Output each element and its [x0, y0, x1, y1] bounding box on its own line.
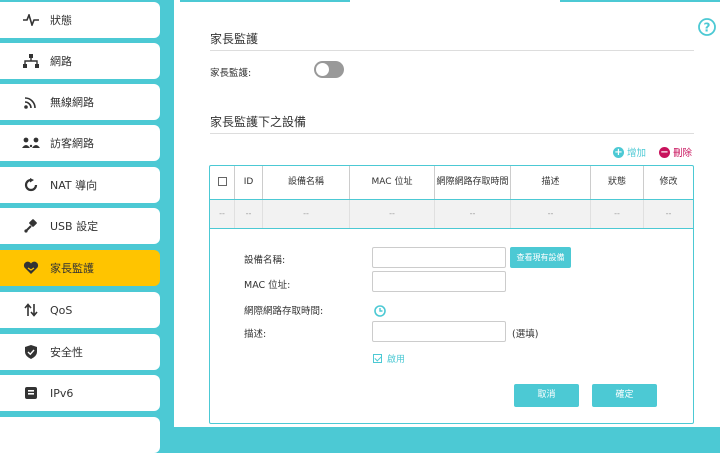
enable-checkbox[interactable]: 啟用	[373, 352, 405, 365]
sidebar-item-more[interactable]	[0, 417, 160, 453]
add-icon: +	[613, 146, 624, 158]
sidebar-item-label: 訪客網路	[50, 137, 94, 150]
column-header: 設備名稱	[263, 166, 350, 199]
divider	[210, 50, 694, 51]
top-accent-line	[560, 0, 720, 2]
description-input[interactable]	[372, 321, 506, 342]
usb-icon	[22, 217, 40, 235]
table-cell: --	[435, 200, 511, 228]
toggle-knob	[316, 63, 329, 76]
sidebar-item-wireless[interactable]: 無線網路	[0, 84, 160, 120]
minus-icon: −	[659, 146, 670, 158]
parental-toggle-label: 家長監護:	[210, 68, 252, 79]
sidebar-item-security[interactable]: 安全性	[0, 334, 160, 370]
section-title-devices: 家長監護下之設備	[210, 115, 307, 129]
sidebar-item-ipv6[interactable]: IPv6	[0, 375, 160, 411]
guest-network-icon	[22, 134, 40, 152]
table-cell: --	[210, 200, 235, 228]
access-time-label: 網際網路存取時間:	[244, 306, 324, 317]
delete-button[interactable]: − 刪除	[659, 145, 692, 159]
table-cell: --	[591, 200, 644, 228]
sidebar-item-label: 安全性	[50, 346, 83, 359]
sidebar-item-label: 家長監護	[50, 262, 94, 275]
sidebar-item-label: USB 設定	[50, 220, 99, 233]
sidebar-item-label: QoS	[50, 303, 73, 317]
wireless-icon	[22, 93, 40, 111]
mac-label: MAC 位址:	[244, 280, 291, 291]
top-accent-line	[180, 0, 350, 2]
column-header: ID	[235, 166, 263, 199]
column-header: 網際網路存取時間	[435, 166, 511, 199]
table-cell: --	[511, 200, 591, 228]
table-cell: --	[235, 200, 263, 228]
enable-label: 啟用	[387, 355, 406, 365]
header-select-all[interactable]	[210, 166, 235, 199]
select-all-checkbox[interactable]	[218, 177, 227, 186]
table-row: -- -- -- -- -- -- -- --	[210, 200, 693, 229]
sidebar-item-label: NAT 導向	[50, 179, 98, 192]
sidebar-item-label: 狀態	[50, 14, 72, 27]
sidebar-item-qos[interactable]: QoS	[0, 292, 160, 328]
sidebar-item-status[interactable]: 狀態	[0, 2, 160, 38]
sidebar-item-label: IPv6	[50, 386, 74, 400]
sidebar-item-label: 網路	[50, 55, 72, 68]
parental-toggle[interactable]	[314, 61, 344, 78]
table-header: ID 設備名稱 MAC 位址 網際網路存取時間 描述 狀態 修改	[210, 166, 693, 200]
nat-icon	[22, 176, 40, 194]
column-header: 修改	[659, 177, 678, 187]
table-cell: --	[665, 209, 672, 218]
divider	[210, 133, 694, 134]
network-icon	[22, 52, 40, 70]
sidebar-item-usb[interactable]: USB 設定	[0, 208, 160, 244]
ipv6-icon	[22, 384, 40, 402]
heart-icon	[22, 259, 40, 277]
table-cell: --	[263, 200, 350, 228]
clock-icon[interactable]	[374, 302, 386, 317]
help-icon[interactable]: ?	[698, 18, 716, 36]
svg-text:?: ?	[704, 21, 711, 35]
section-title-parental: 家長監護	[210, 32, 259, 46]
view-existing-devices-button[interactable]: 查看現有設備	[510, 247, 571, 268]
ok-button[interactable]: 確定	[592, 384, 657, 407]
column-header: 描述	[511, 166, 591, 199]
sidebar-item-label: 無線網路	[50, 96, 94, 109]
shield-icon	[22, 343, 40, 361]
column-header: 狀態	[591, 166, 644, 199]
qos-arrows-icon	[22, 301, 40, 319]
checkbox-checked-icon	[373, 354, 382, 363]
mac-address-input[interactable]	[372, 271, 506, 292]
cancel-button[interactable]: 取消	[514, 384, 579, 407]
device-name-input[interactable]	[372, 247, 506, 268]
device-name-label: 設備名稱:	[244, 255, 286, 266]
sidebar-item-network[interactable]: 網路	[0, 43, 160, 79]
table-cell: --	[350, 200, 435, 228]
sidebar-item-guest-network[interactable]: 訪客網路	[0, 125, 160, 161]
description-label: 描述:	[244, 329, 267, 340]
sidebar: 狀態 網路 無線網路 訪客網路 NAT 導向 USB 設定 家長監護 QoS 安…	[0, 0, 160, 453]
pulse-icon	[22, 11, 40, 29]
sidebar-item-parental-controls[interactable]: 家長監護	[0, 250, 160, 286]
optional-note: (選填)	[512, 329, 539, 340]
sidebar-item-nat[interactable]: NAT 導向	[0, 167, 160, 203]
column-header: MAC 位址	[350, 166, 435, 199]
add-button[interactable]: + 增加	[613, 145, 646, 159]
